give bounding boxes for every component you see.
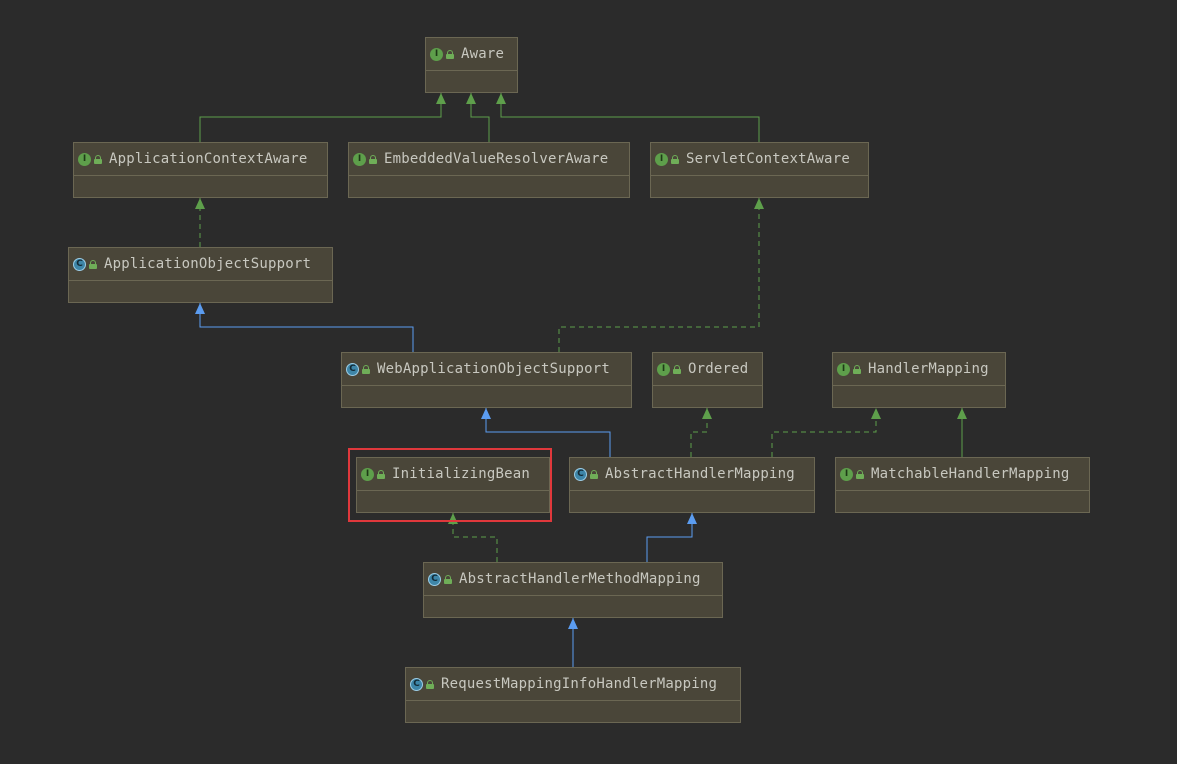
node-label: EmbeddedValueResolverAware: [384, 151, 609, 167]
public-lock-icon: [671, 154, 679, 164]
edge-servlet-context-aware-to-aware-arrowhead: [496, 93, 506, 104]
node-label: Ordered: [688, 361, 749, 377]
node-abstract-handler-method-mapping[interactable]: C AbstractHandlerMethodMapping: [423, 562, 723, 618]
public-lock-icon: [362, 364, 370, 374]
edge-abstract-handler-mapping-to-handler-mapping-arrowhead: [871, 408, 881, 419]
edge-abstract-handler-mapping-to-web-application-object-support-arrowhead: [481, 408, 491, 419]
edge-web-application-object-support-to-application-object-support: [199, 303, 414, 352]
abstract-class-icon: C: [73, 257, 86, 271]
node-web-application-object-support[interactable]: C WebApplicationObjectSupport: [341, 352, 632, 408]
node-application-context-aware[interactable]: I ApplicationContextAware: [73, 142, 328, 198]
node-embedded-value-resolver-aware[interactable]: I EmbeddedValueResolverAware: [348, 142, 630, 198]
highlight-box: [348, 448, 552, 522]
edge-abstract-handler-mapping-to-ordered-arrowhead: [702, 408, 712, 419]
edge-application-context-aware-to-aware: [199, 93, 442, 142]
edge-matchable-handler-mapping-to-handler-mapping-arrowhead: [957, 408, 967, 419]
interface-icon: I: [840, 467, 853, 481]
abstract-class-icon: C: [346, 362, 359, 376]
interface-icon: I: [78, 152, 91, 166]
edge-request-mapping-info-handler-mapping-to-abstract-handler-method-mapping-arrowhead: [568, 618, 578, 629]
node-label: MatchableHandlerMapping: [871, 466, 1070, 482]
edge-servlet-context-aware-to-aware: [500, 93, 760, 142]
node-matchable-handler-mapping[interactable]: I MatchableHandlerMapping: [835, 457, 1090, 513]
public-lock-icon: [94, 154, 102, 164]
public-lock-icon: [444, 574, 452, 584]
public-lock-icon: [673, 364, 681, 374]
edge-web-application-object-support-to-servlet-context-aware-arrowhead: [754, 198, 764, 209]
public-lock-icon: [853, 364, 861, 374]
abstract-class-icon: C: [428, 572, 441, 586]
node-label: AbstractHandlerMapping: [605, 466, 795, 482]
edge-web-application-object-support-to-servlet-context-aware: [558, 198, 760, 352]
node-label: ServletContextAware: [686, 151, 850, 167]
node-label: AbstractHandlerMethodMapping: [459, 571, 701, 587]
edge-embedded-value-resolver-aware-to-aware-arrowhead: [466, 93, 476, 104]
node-label: WebApplicationObjectSupport: [377, 361, 610, 377]
uml-class-diagram: I Aware I ApplicationContextAware I Embedde…: [0, 0, 1177, 764]
public-lock-icon: [856, 469, 864, 479]
class-icon: C: [410, 677, 423, 691]
node-request-mapping-info-handler-mapping[interactable]: C RequestMappingInfoHandlerMapping: [405, 667, 741, 723]
node-abstract-handler-mapping[interactable]: C AbstractHandlerMapping: [569, 457, 815, 513]
public-lock-icon: [369, 154, 377, 164]
abstract-class-icon: C: [574, 467, 587, 481]
public-lock-icon: [426, 679, 434, 689]
public-lock-icon: [446, 49, 454, 59]
node-label: ApplicationObjectSupport: [104, 256, 312, 272]
edge-application-context-aware-to-aware-arrowhead: [436, 93, 446, 104]
edge-web-application-object-support-to-application-object-support-arrowhead: [195, 303, 205, 314]
interface-icon: I: [837, 362, 850, 376]
interface-icon: I: [353, 152, 366, 166]
node-label: Aware: [461, 46, 505, 62]
interface-icon: I: [655, 152, 668, 166]
edge-abstract-handler-mapping-to-handler-mapping: [771, 408, 877, 457]
public-lock-icon: [89, 259, 97, 269]
edge-application-object-support-to-application-context-aware-arrowhead: [195, 198, 205, 209]
node-aware[interactable]: I Aware: [425, 37, 518, 93]
node-ordered[interactable]: I Ordered: [652, 352, 763, 408]
interface-icon: I: [430, 47, 443, 61]
node-label: ApplicationContextAware: [109, 151, 308, 167]
node-handler-mapping[interactable]: I HandlerMapping: [832, 352, 1006, 408]
edge-abstract-handler-method-mapping-to-abstract-handler-mapping: [646, 513, 693, 562]
public-lock-icon: [590, 469, 598, 479]
node-application-object-support[interactable]: C ApplicationObjectSupport: [68, 247, 333, 303]
edge-abstract-handler-method-mapping-to-abstract-handler-mapping-arrowhead: [687, 513, 697, 524]
node-label: HandlerMapping: [868, 361, 989, 377]
node-servlet-context-aware[interactable]: I ServletContextAware: [650, 142, 869, 198]
interface-icon: I: [657, 362, 670, 376]
node-label: RequestMappingInfoHandlerMapping: [441, 676, 718, 692]
